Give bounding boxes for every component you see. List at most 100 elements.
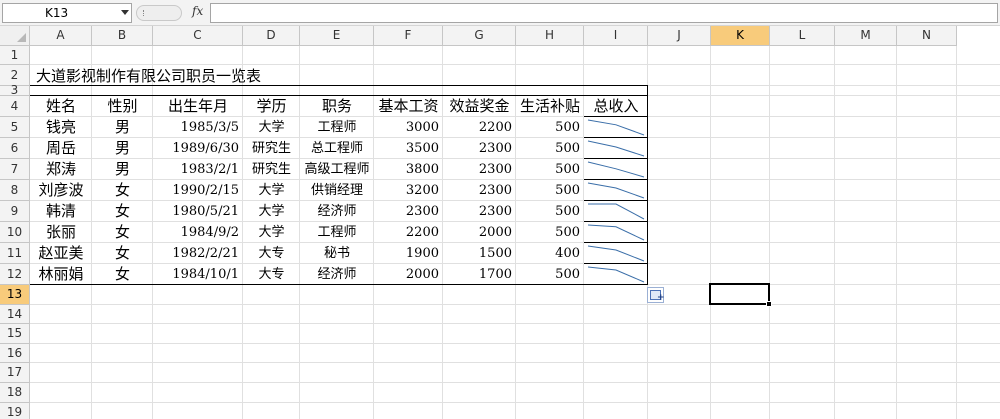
row-header-7[interactable]: 7: [0, 159, 30, 180]
table-cell[interactable]: 经济师: [300, 264, 374, 285]
table-cell[interactable]: 赵亚美: [30, 243, 92, 264]
table-cell[interactable]: 3200: [374, 180, 443, 201]
table-cell[interactable]: 1982/2/21: [153, 243, 243, 264]
table-cell[interactable]: 1980/5/21: [153, 201, 243, 222]
table-cell[interactable]: 研究生: [243, 138, 300, 159]
table-cell[interactable]: 3000: [374, 117, 443, 138]
active-cell-selection[interactable]: [709, 283, 770, 305]
row-header-18[interactable]: 18: [0, 383, 30, 403]
table-cell[interactable]: 供销经理: [300, 180, 374, 201]
table-cell[interactable]: 500: [516, 159, 584, 180]
table-cell[interactable]: 大学: [243, 180, 300, 201]
column-header-l[interactable]: L: [770, 26, 835, 46]
table-cell[interactable]: 大专: [243, 243, 300, 264]
table-cell[interactable]: 500: [516, 138, 584, 159]
table-cell[interactable]: 1990/2/15: [153, 180, 243, 201]
row-header-6[interactable]: 6: [0, 138, 30, 159]
table-cell[interactable]: 2200: [374, 222, 443, 243]
table-cell[interactable]: 500: [516, 222, 584, 243]
table-cell[interactable]: 1985/3/5: [153, 117, 243, 138]
column-header-a[interactable]: A: [30, 26, 92, 46]
row-header-10[interactable]: 10: [0, 222, 30, 243]
table-cell[interactable]: 韩清: [30, 201, 92, 222]
row-header-15[interactable]: 15: [0, 324, 30, 344]
table-cell[interactable]: 女: [92, 264, 153, 285]
table-cell[interactable]: 女: [92, 180, 153, 201]
column-header-c[interactable]: C: [153, 26, 243, 46]
table-cell[interactable]: 男: [92, 117, 153, 138]
table-cell[interactable]: 3500: [374, 138, 443, 159]
row-header-5[interactable]: 5: [0, 117, 30, 138]
table-cell[interactable]: 2000: [374, 264, 443, 285]
row-header-19[interactable]: 19: [0, 403, 30, 419]
table-cell[interactable]: 500: [516, 201, 584, 222]
table-cell[interactable]: 经济师: [300, 201, 374, 222]
table-cell[interactable]: 1700: [443, 264, 516, 285]
column-header-h[interactable]: H: [516, 26, 584, 46]
table-cell[interactable]: 2000: [443, 222, 516, 243]
table-cell[interactable]: 女: [92, 222, 153, 243]
chevron-down-icon[interactable]: [121, 10, 129, 15]
table-cell[interactable]: 大专: [243, 264, 300, 285]
table-cell[interactable]: 女: [92, 201, 153, 222]
table-cell[interactable]: 500: [516, 117, 584, 138]
row-header-17[interactable]: 17: [0, 363, 30, 383]
formula-input[interactable]: [210, 3, 998, 23]
table-cell[interactable]: 郑涛: [30, 159, 92, 180]
table-cell[interactable]: 2300: [443, 180, 516, 201]
row-header-12[interactable]: 12: [0, 264, 30, 285]
row-header-11[interactable]: 11: [0, 243, 30, 264]
table-cell[interactable]: 500: [516, 180, 584, 201]
column-header-i[interactable]: I: [584, 26, 648, 46]
table-cell[interactable]: 钱亮: [30, 117, 92, 138]
table-cell[interactable]: 2300: [443, 138, 516, 159]
paste-options-icon[interactable]: +: [647, 287, 665, 303]
table-cell[interactable]: 周岳: [30, 138, 92, 159]
row-header-16[interactable]: 16: [0, 344, 30, 363]
column-header-g[interactable]: G: [443, 26, 516, 46]
column-header-k[interactable]: K: [711, 26, 770, 46]
row-header-4[interactable]: 4: [0, 96, 30, 117]
table-cell[interactable]: 1983/2/1: [153, 159, 243, 180]
table-cell[interactable]: 2300: [374, 201, 443, 222]
column-header-e[interactable]: E: [300, 26, 374, 46]
row-header-13[interactable]: 13: [0, 285, 30, 305]
table-cell[interactable]: 林丽娟: [30, 264, 92, 285]
select-all-button[interactable]: [0, 26, 30, 46]
table-cell[interactable]: 500: [516, 264, 584, 285]
table-cell[interactable]: 男: [92, 159, 153, 180]
column-header-b[interactable]: B: [92, 26, 153, 46]
row-header-3[interactable]: 3: [0, 84, 30, 96]
column-header-n[interactable]: N: [897, 26, 957, 46]
table-cell[interactable]: 大学: [243, 117, 300, 138]
row-header-8[interactable]: 8: [0, 180, 30, 201]
row-header-1[interactable]: 1: [0, 46, 30, 65]
table-cell[interactable]: 刘彦波: [30, 180, 92, 201]
table-cell[interactable]: 研究生: [243, 159, 300, 180]
table-cell[interactable]: 1989/6/30: [153, 138, 243, 159]
table-cell[interactable]: 男: [92, 138, 153, 159]
row-header-9[interactable]: 9: [0, 201, 30, 222]
name-box[interactable]: K13: [2, 3, 132, 23]
table-cell[interactable]: 大学: [243, 201, 300, 222]
table-cell[interactable]: 1900: [374, 243, 443, 264]
table-cell[interactable]: 秘书: [300, 243, 374, 264]
fill-handle[interactable]: [766, 301, 772, 307]
table-cell[interactable]: 1984/9/2: [153, 222, 243, 243]
insert-function-button[interactable]: fx: [192, 4, 203, 18]
table-cell[interactable]: 1500: [443, 243, 516, 264]
column-header-d[interactable]: D: [243, 26, 300, 46]
table-cell[interactable]: 大学: [243, 222, 300, 243]
table-cell[interactable]: 女: [92, 243, 153, 264]
table-cell[interactable]: 工程师: [300, 222, 374, 243]
table-cell[interactable]: 1984/10/1: [153, 264, 243, 285]
table-cell[interactable]: 400: [516, 243, 584, 264]
row-header-14[interactable]: 14: [0, 305, 30, 324]
table-cell[interactable]: 总工程师: [300, 138, 374, 159]
column-header-j[interactable]: J: [648, 26, 711, 46]
worksheet-grid[interactable]: A B C D E F G H I J K L M N 1 2 3 4 5 6 7 8 9 10 11 12 13 14 15 16 17 1…: [0, 26, 1000, 419]
table-cell[interactable]: 高级工程师: [300, 159, 374, 180]
column-header-m[interactable]: M: [835, 26, 897, 46]
table-cell[interactable]: 3800: [374, 159, 443, 180]
table-cell[interactable]: 2300: [443, 201, 516, 222]
